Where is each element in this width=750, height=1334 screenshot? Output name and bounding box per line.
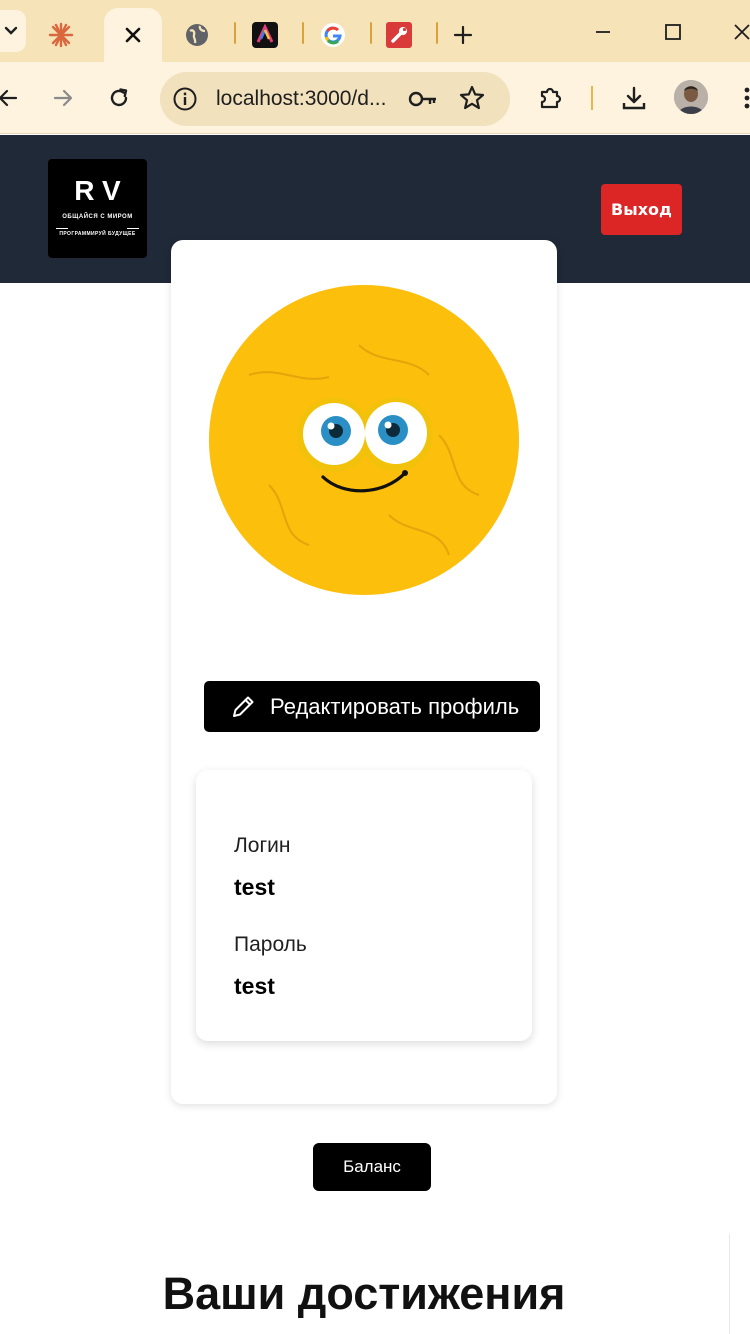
- downloads-button[interactable]: [616, 80, 652, 116]
- puzzle-icon: [540, 87, 562, 109]
- password-value: test: [234, 973, 275, 999]
- tab-separator: [370, 22, 372, 44]
- tab-wrench[interactable]: [374, 8, 424, 62]
- globe-favicon-icon: [184, 22, 210, 48]
- achievements-title: Ваши достижения: [162, 1268, 566, 1319]
- tab-globe[interactable]: [172, 8, 222, 62]
- logo-mark: RV: [74, 175, 129, 206]
- browser-menu-button[interactable]: [729, 80, 750, 116]
- plus-icon: [450, 22, 476, 48]
- key-icon[interactable]: [408, 86, 438, 112]
- star-icon[interactable]: [458, 84, 486, 112]
- tab-active[interactable]: [104, 8, 162, 62]
- reload-icon: [110, 88, 128, 107]
- tab-search-button[interactable]: [0, 10, 26, 52]
- credentials-card: Логин test Пароль test: [196, 770, 532, 1041]
- minimize-icon: [596, 31, 610, 33]
- close-window-button[interactable]: [722, 14, 750, 50]
- edit-profile-button[interactable]: Редактировать профиль: [204, 681, 540, 732]
- wrench-favicon-icon: [386, 22, 412, 48]
- tab-separator: [302, 22, 304, 44]
- edit-profile-label: Редактировать профиль: [270, 693, 520, 719]
- logo-tagline-top: ОБЩАЙСЯ С МИРОМ: [62, 214, 133, 220]
- balance-button[interactable]: Баланс: [313, 1143, 431, 1191]
- google-favicon-icon: [320, 22, 346, 48]
- address-url[interactable]: localhost:3000/d...: [216, 72, 386, 126]
- reload-button[interactable]: [101, 80, 137, 116]
- site-logo[interactable]: RV ОБЩАЙСЯ С МИРОМ ПРОГРАММИРУЙ БУДУЩЕЕ: [48, 159, 147, 258]
- logout-button[interactable]: Выход: [601, 184, 682, 235]
- toolbar-separator: [591, 86, 593, 110]
- login-value: test: [234, 874, 275, 900]
- close-icon[interactable]: [120, 22, 146, 48]
- logo-divider: [56, 228, 68, 229]
- password-label: Пароль: [234, 933, 307, 956]
- tab-separator: [436, 22, 438, 44]
- browser-toolbar: localhost:3000/d...: [0, 62, 750, 134]
- info-icon[interactable]: [172, 86, 198, 112]
- arrow-left-icon: [0, 89, 18, 107]
- user-avatar: [209, 285, 519, 595]
- forward-button[interactable]: [45, 80, 81, 116]
- extensions-button[interactable]: [533, 80, 569, 116]
- arc-logo-favicon-icon: [252, 22, 278, 48]
- pencil-icon: [233, 696, 254, 717]
- logo-divider: [127, 228, 139, 229]
- more-vertical-icon: [744, 87, 750, 109]
- maximize-button[interactable]: [653, 14, 693, 50]
- logo-tagline-bottom: ПРОГРАММИРУЙ БУДУЩЕЕ: [59, 231, 136, 237]
- login-label: Логин: [234, 834, 291, 857]
- smiley-avatar-icon: [209, 285, 519, 595]
- chevron-down-icon: [4, 26, 18, 35]
- user-photo-icon: [674, 80, 708, 114]
- download-icon: [622, 86, 646, 110]
- close-window-icon: [734, 24, 750, 40]
- tab-sparkle[interactable]: [36, 8, 86, 62]
- back-button[interactable]: [0, 80, 26, 116]
- tab-google[interactable]: [308, 8, 358, 62]
- sparkle-favicon-icon: [48, 22, 74, 48]
- arrow-right-icon: [53, 89, 73, 107]
- tab-separator: [234, 22, 236, 44]
- tab-arc[interactable]: [240, 8, 290, 62]
- address-bar[interactable]: localhost:3000/d...: [160, 72, 510, 126]
- browser-tabstrip: [0, 0, 750, 62]
- maximize-icon: [665, 24, 681, 40]
- new-tab-button[interactable]: [440, 8, 486, 62]
- profile-avatar[interactable]: [674, 80, 708, 114]
- minimize-button[interactable]: [583, 14, 623, 50]
